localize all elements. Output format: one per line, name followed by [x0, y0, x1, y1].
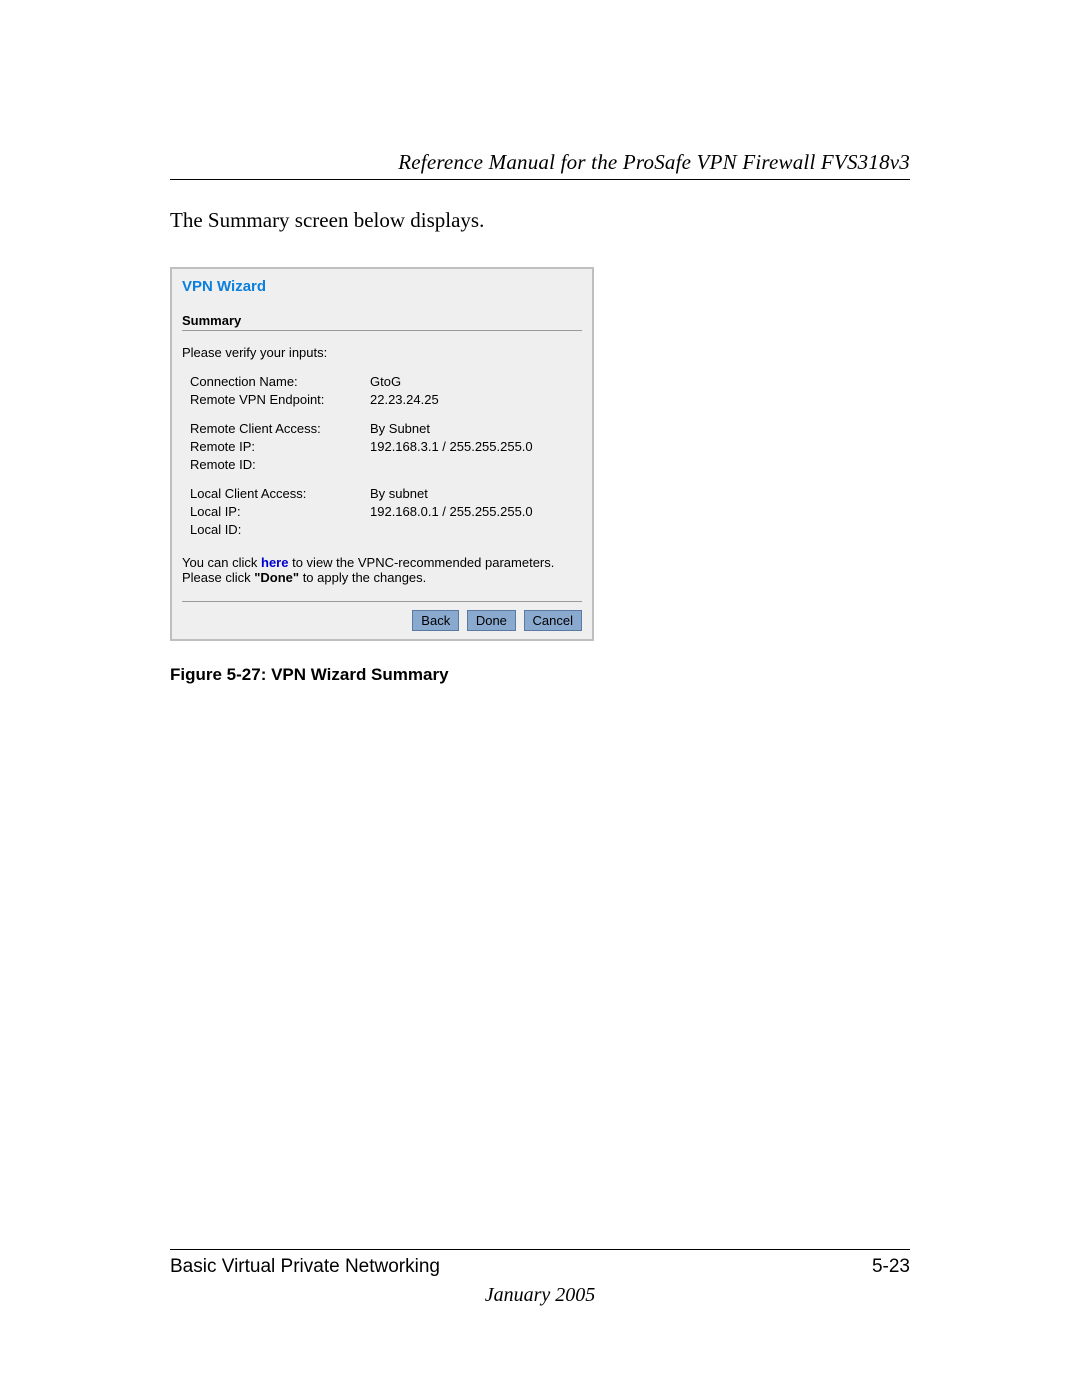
label: Remote VPN Endpoint:	[190, 392, 370, 407]
value: 192.168.3.1 / 255.255.255.0	[370, 439, 582, 454]
page-footer: Basic Virtual Private Networking 5-23 Ja…	[170, 1249, 910, 1307]
row-remote-endpoint: Remote VPN Endpoint: 22.23.24.25	[182, 392, 582, 407]
row-remote-id: Remote ID:	[182, 457, 582, 472]
summary-label: Summary	[182, 313, 582, 328]
value: By subnet	[370, 486, 582, 501]
footer-section: Basic Virtual Private Networking	[170, 1256, 440, 1278]
footer-date: January 2005	[170, 1284, 910, 1307]
divider	[182, 330, 582, 331]
row-local-id: Local ID:	[182, 522, 582, 537]
text: to apply the changes.	[299, 570, 426, 585]
apply-line: Please click "Done" to apply the changes…	[182, 570, 582, 585]
value: GtoG	[370, 374, 582, 389]
row-local-client-access: Local Client Access: By subnet	[182, 486, 582, 501]
document-page: Reference Manual for the ProSafe VPN Fir…	[0, 0, 1080, 1397]
label: Connection Name:	[190, 374, 370, 389]
value: By Subnet	[370, 421, 582, 436]
label: Local IP:	[190, 504, 370, 519]
value: 22.23.24.25	[370, 392, 582, 407]
label: Remote ID:	[190, 457, 370, 472]
vpn-wizard-screenshot: VPN Wizard Summary Please verify your in…	[170, 267, 594, 641]
label: Remote IP:	[190, 439, 370, 454]
text: to view the VPNC-recommended parameters.	[288, 555, 554, 570]
page-header: Reference Manual for the ProSafe VPN Fir…	[170, 150, 910, 180]
verify-prompt: Please verify your inputs:	[182, 345, 582, 360]
row-local-ip: Local IP: 192.168.0.1 / 255.255.255.0	[182, 504, 582, 519]
footer-page-number: 5-23	[872, 1256, 910, 1278]
summary-block-2: Remote Client Access: By Subnet Remote I…	[182, 421, 582, 472]
row-remote-client-access: Remote Client Access: By Subnet	[182, 421, 582, 436]
label: Remote Client Access:	[190, 421, 370, 436]
summary-block-1: Connection Name: GtoG Remote VPN Endpoin…	[182, 374, 582, 407]
text: You can click	[182, 555, 261, 570]
value: 192.168.0.1 / 255.255.255.0	[370, 504, 582, 519]
button-bar: Back Done Cancel	[182, 610, 582, 631]
divider	[182, 601, 582, 602]
footer-row: Basic Virtual Private Networking 5-23	[170, 1256, 910, 1278]
vpnc-line: You can click here to view the VPNC-reco…	[182, 555, 582, 570]
cancel-button[interactable]: Cancel	[524, 610, 582, 631]
header-title: Reference Manual for the ProSafe VPN Fir…	[398, 150, 910, 174]
footnote: You can click here to view the VPNC-reco…	[182, 555, 582, 585]
done-inline: "Done"	[254, 570, 299, 585]
figure-caption: Figure 5-27: VPN Wizard Summary	[170, 665, 910, 685]
value	[370, 522, 582, 537]
back-button[interactable]: Back	[412, 610, 459, 631]
label: Local ID:	[190, 522, 370, 537]
intro-text: The Summary screen below displays.	[170, 208, 910, 233]
text: Please click	[182, 570, 254, 585]
summary-block-3: Local Client Access: By subnet Local IP:…	[182, 486, 582, 537]
value	[370, 457, 582, 472]
row-connection-name: Connection Name: GtoG	[182, 374, 582, 389]
label: Local Client Access:	[190, 486, 370, 501]
done-button[interactable]: Done	[467, 610, 516, 631]
row-remote-ip: Remote IP: 192.168.3.1 / 255.255.255.0	[182, 439, 582, 454]
here-link[interactable]: here	[261, 555, 288, 570]
wizard-title: VPN Wizard	[182, 278, 582, 295]
footer-divider	[170, 1249, 910, 1250]
